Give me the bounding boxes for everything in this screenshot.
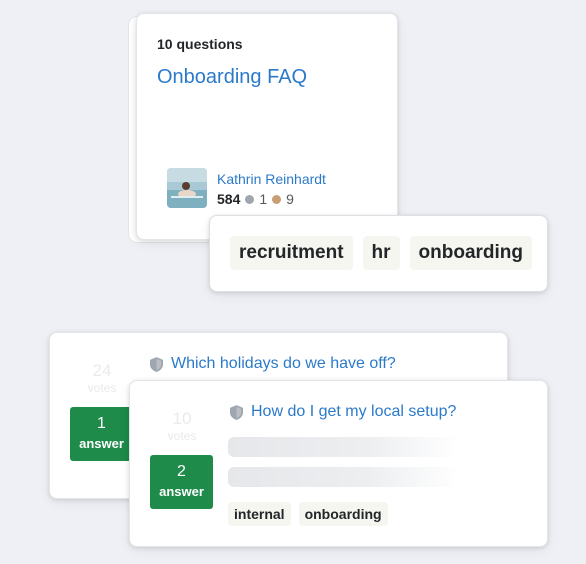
question-title-link[interactable]: How do I get my local setup? <box>251 403 456 421</box>
tag-popup: recruitment hr onboarding <box>209 215 548 292</box>
shield-icon <box>230 404 243 420</box>
answer-number: 2 <box>177 463 186 480</box>
answer-count-badge: 2 answer <box>150 455 213 509</box>
excerpt-placeholder-line <box>228 467 460 487</box>
author-name-link[interactable]: Kathrin Reinhardt <box>217 171 326 187</box>
question-title[interactable]: Which holidays do we have off? <box>150 355 396 373</box>
silver-badge-count: 1 <box>259 191 268 207</box>
collection-question-count: 10 questions <box>157 36 243 52</box>
question-title-link[interactable]: Which holidays do we have off? <box>171 355 396 373</box>
collection-card[interactable]: 10 questions Onboarding FAQ Kathrin Rein… <box>136 13 398 240</box>
question-tag-list: internal onboarding <box>228 502 388 526</box>
vote-label: votes <box>87 381 117 395</box>
answer-count-badge: 1 answer <box>70 407 133 461</box>
bronze-badge-icon <box>272 194 282 204</box>
answer-label: answer <box>79 436 124 451</box>
tag-list: recruitment hr onboarding <box>230 236 533 270</box>
vote-label: votes <box>167 429 197 443</box>
tag-recruitment[interactable]: recruitment <box>230 236 353 270</box>
silver-badge-icon <box>245 194 255 204</box>
avatar-photo-icon <box>167 168 207 208</box>
collection-title-link[interactable]: Onboarding FAQ <box>157 66 307 89</box>
tag-onboarding[interactable]: onboarding <box>298 502 388 526</box>
shield-icon <box>150 356 163 372</box>
answer-label: answer <box>159 484 204 499</box>
tag-internal[interactable]: internal <box>228 502 291 526</box>
bronze-badge-count: 9 <box>286 191 294 207</box>
question-card[interactable]: 10 votes 2 answer How do I get my local … <box>129 380 548 547</box>
question-title[interactable]: How do I get my local setup? <box>230 403 456 421</box>
answer-number: 1 <box>97 415 106 432</box>
author-avatar[interactable] <box>167 168 207 208</box>
tag-hr[interactable]: hr <box>362 236 400 270</box>
tag-onboarding[interactable]: onboarding <box>409 236 533 270</box>
author-reputation: 584 <box>217 191 241 207</box>
excerpt-placeholder-line <box>228 437 460 457</box>
vote-count: 10 votes <box>160 409 204 443</box>
author-stats: 584 1 9 <box>217 191 294 207</box>
vote-number: 24 <box>92 361 112 380</box>
vote-number: 10 <box>172 409 192 428</box>
vote-count: 24 votes <box>80 361 124 395</box>
